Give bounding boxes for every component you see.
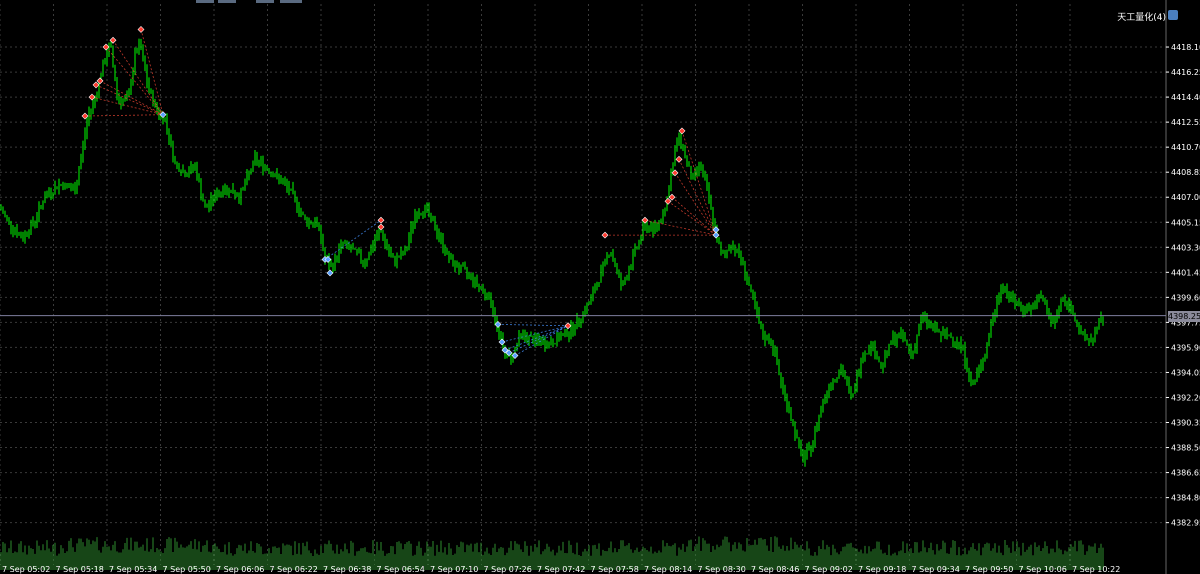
time-tick-label: 7 Sep 09:34: [912, 565, 960, 574]
time-tick-label: 7 Sep 08:14: [644, 565, 692, 574]
trade-link: [84, 114, 164, 117]
time-tick-label: 7 Sep 10:06: [1019, 565, 1067, 574]
trade-link: [497, 324, 569, 327]
price-tick-label: 4412.55: [1171, 118, 1200, 127]
trade-link: [681, 130, 717, 236]
sell-marker: [564, 322, 572, 330]
time-tick-label: 7 Sep 06:06: [216, 565, 264, 574]
price-tick-label: 4410.70: [1171, 143, 1200, 152]
toolbar-button[interactable]: [280, 0, 302, 3]
time-tick-label: 7 Sep 05:50: [163, 565, 211, 574]
price-tick-label: 4407.00: [1171, 193, 1200, 202]
price-tick-label: 4403.30: [1171, 243, 1200, 252]
price-tick-label: 4394.05: [1171, 368, 1200, 377]
price-axis[interactable]: 4418.10 4416.25 4414.40 4412.55 4410.70 4408.…: [1166, 43, 1200, 528]
sell-marker: [668, 193, 676, 201]
price-tick-label: 4401.45: [1171, 268, 1200, 277]
time-axis[interactable]: 7 Sep 05:02 7 Sep 05:18 7 Sep 05:34 7 Sep 0…: [2, 565, 1120, 574]
time-tick-label: 7 Sep 07:26: [484, 565, 532, 574]
expert-advisor-label[interactable]: 天工量化(4): [1117, 10, 1166, 23]
sell-marker: [88, 93, 96, 101]
price-tick-label: 4392.20: [1171, 393, 1200, 402]
price-tick-label: 4395.90: [1171, 343, 1200, 352]
buy-marker: [498, 338, 506, 346]
time-tick-label: 7 Sep 09:02: [805, 565, 853, 574]
price-tick-label: 4382.95: [1171, 519, 1200, 528]
current-price-tag: 4398.25: [1168, 310, 1200, 322]
sell-marker: [601, 231, 609, 239]
sell-marker: [678, 127, 686, 135]
hat-icon[interactable]: [1168, 10, 1178, 20]
toolbar-button[interactable]: [218, 0, 236, 3]
candlestick-series: [0, 38, 1104, 467]
time-tick-label: 7 Sep 07:42: [537, 565, 585, 574]
price-tick-label: 4416.25: [1171, 68, 1200, 77]
price-tick-label: 4405.15: [1171, 218, 1200, 227]
price-tick-label: 4388.50: [1171, 444, 1200, 453]
price-tick-label: 4414.40: [1171, 93, 1200, 102]
sell-marker: [377, 216, 385, 224]
time-tick-label: 7 Sep 08:46: [751, 565, 799, 574]
time-tick-label: 7 Sep 09:50: [965, 565, 1013, 574]
toolbar-button[interactable]: [196, 0, 214, 3]
trade-link: [140, 29, 164, 115]
time-tick-label: 7 Sep 10:22: [1072, 565, 1120, 574]
time-tick-label: 7 Sep 06:54: [377, 565, 425, 574]
price-tick-label: 4399.60: [1171, 293, 1200, 302]
sell-marker: [92, 81, 100, 89]
time-tick-label: 7 Sep 07:58: [591, 565, 639, 574]
trade-link-lines: [84, 29, 717, 356]
trade-link: [324, 219, 382, 260]
time-tick-label: 7 Sep 08:30: [698, 565, 746, 574]
price-tick-label: 4384.80: [1171, 494, 1200, 503]
time-tick-label: 7 Sep 05:34: [109, 565, 157, 574]
price-tick-label: 4390.35: [1171, 419, 1200, 428]
toolbar-button[interactable]: [256, 0, 274, 3]
price-tick-label: 4386.65: [1171, 469, 1200, 478]
toolbar-strip: [0, 0, 600, 3]
sell-marker: [96, 77, 104, 85]
sell-marker: [664, 197, 672, 205]
sell-marker: [675, 155, 683, 163]
sell-marker: [102, 43, 110, 51]
time-tick-label: 7 Sep 05:18: [56, 565, 104, 574]
buy-marker: [326, 269, 334, 277]
time-tick-label: 7 Sep 07:10: [430, 565, 478, 574]
price-chart[interactable]: 4418.10 4416.25 4414.40 4412.55 4410.70 4408.…: [0, 0, 1200, 574]
time-tick-label: 7 Sep 06:38: [323, 565, 371, 574]
sell-marker: [137, 26, 145, 33]
price-tick-label: 4418.10: [1171, 43, 1200, 52]
chart-grid: [0, 0, 1167, 574]
price-tick-label: 4408.85: [1171, 168, 1200, 177]
time-tick-label: 7 Sep 09:18: [858, 565, 906, 574]
time-tick-label: 7 Sep 05:02: [2, 565, 50, 574]
trade-markers: [81, 26, 720, 359]
time-tick-label: 7 Sep 06:22: [270, 565, 318, 574]
